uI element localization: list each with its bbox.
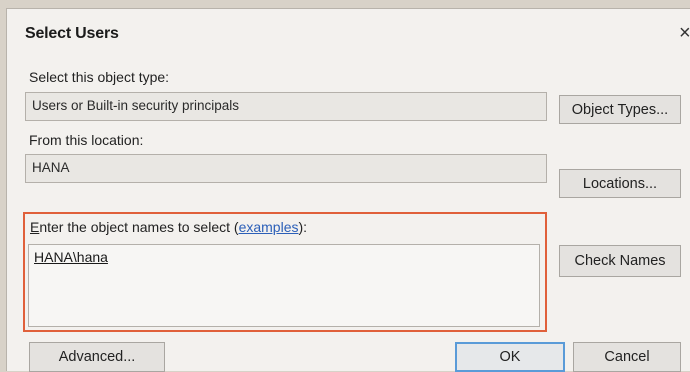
object-names-value: HANA\hana [34, 249, 108, 265]
cancel-button[interactable]: Cancel [573, 342, 681, 372]
object-type-value: Users or Built-in security principals [32, 98, 240, 113]
examples-link[interactable]: examples [239, 219, 299, 235]
object-names-label: Enter the object names to select (exampl… [30, 219, 307, 235]
location-value: HANA [32, 160, 70, 175]
label-end: ): [298, 219, 308, 235]
location-field: HANA [25, 154, 547, 183]
label-text: nter the object names to select ( [39, 219, 239, 235]
object-type-label: Select this object type: [29, 69, 170, 85]
check-names-button[interactable]: Check Names [559, 245, 681, 277]
object-names-input[interactable]: HANA\hana [28, 244, 540, 327]
dialog-title: Select Users [25, 25, 119, 42]
locations-button[interactable]: Locations... [559, 169, 681, 198]
advanced-button[interactable]: Advanced... [29, 342, 165, 372]
object-types-button[interactable]: Object Types... [559, 95, 681, 124]
ok-button[interactable]: OK [455, 342, 565, 372]
close-icon[interactable]: × [679, 23, 690, 43]
select-users-dialog: Select Users × Select this object type: … [6, 8, 690, 372]
object-type-field: Users or Built-in security principals [25, 92, 547, 121]
location-label: From this location: [29, 132, 144, 148]
label-mnemonic: E [30, 219, 40, 235]
